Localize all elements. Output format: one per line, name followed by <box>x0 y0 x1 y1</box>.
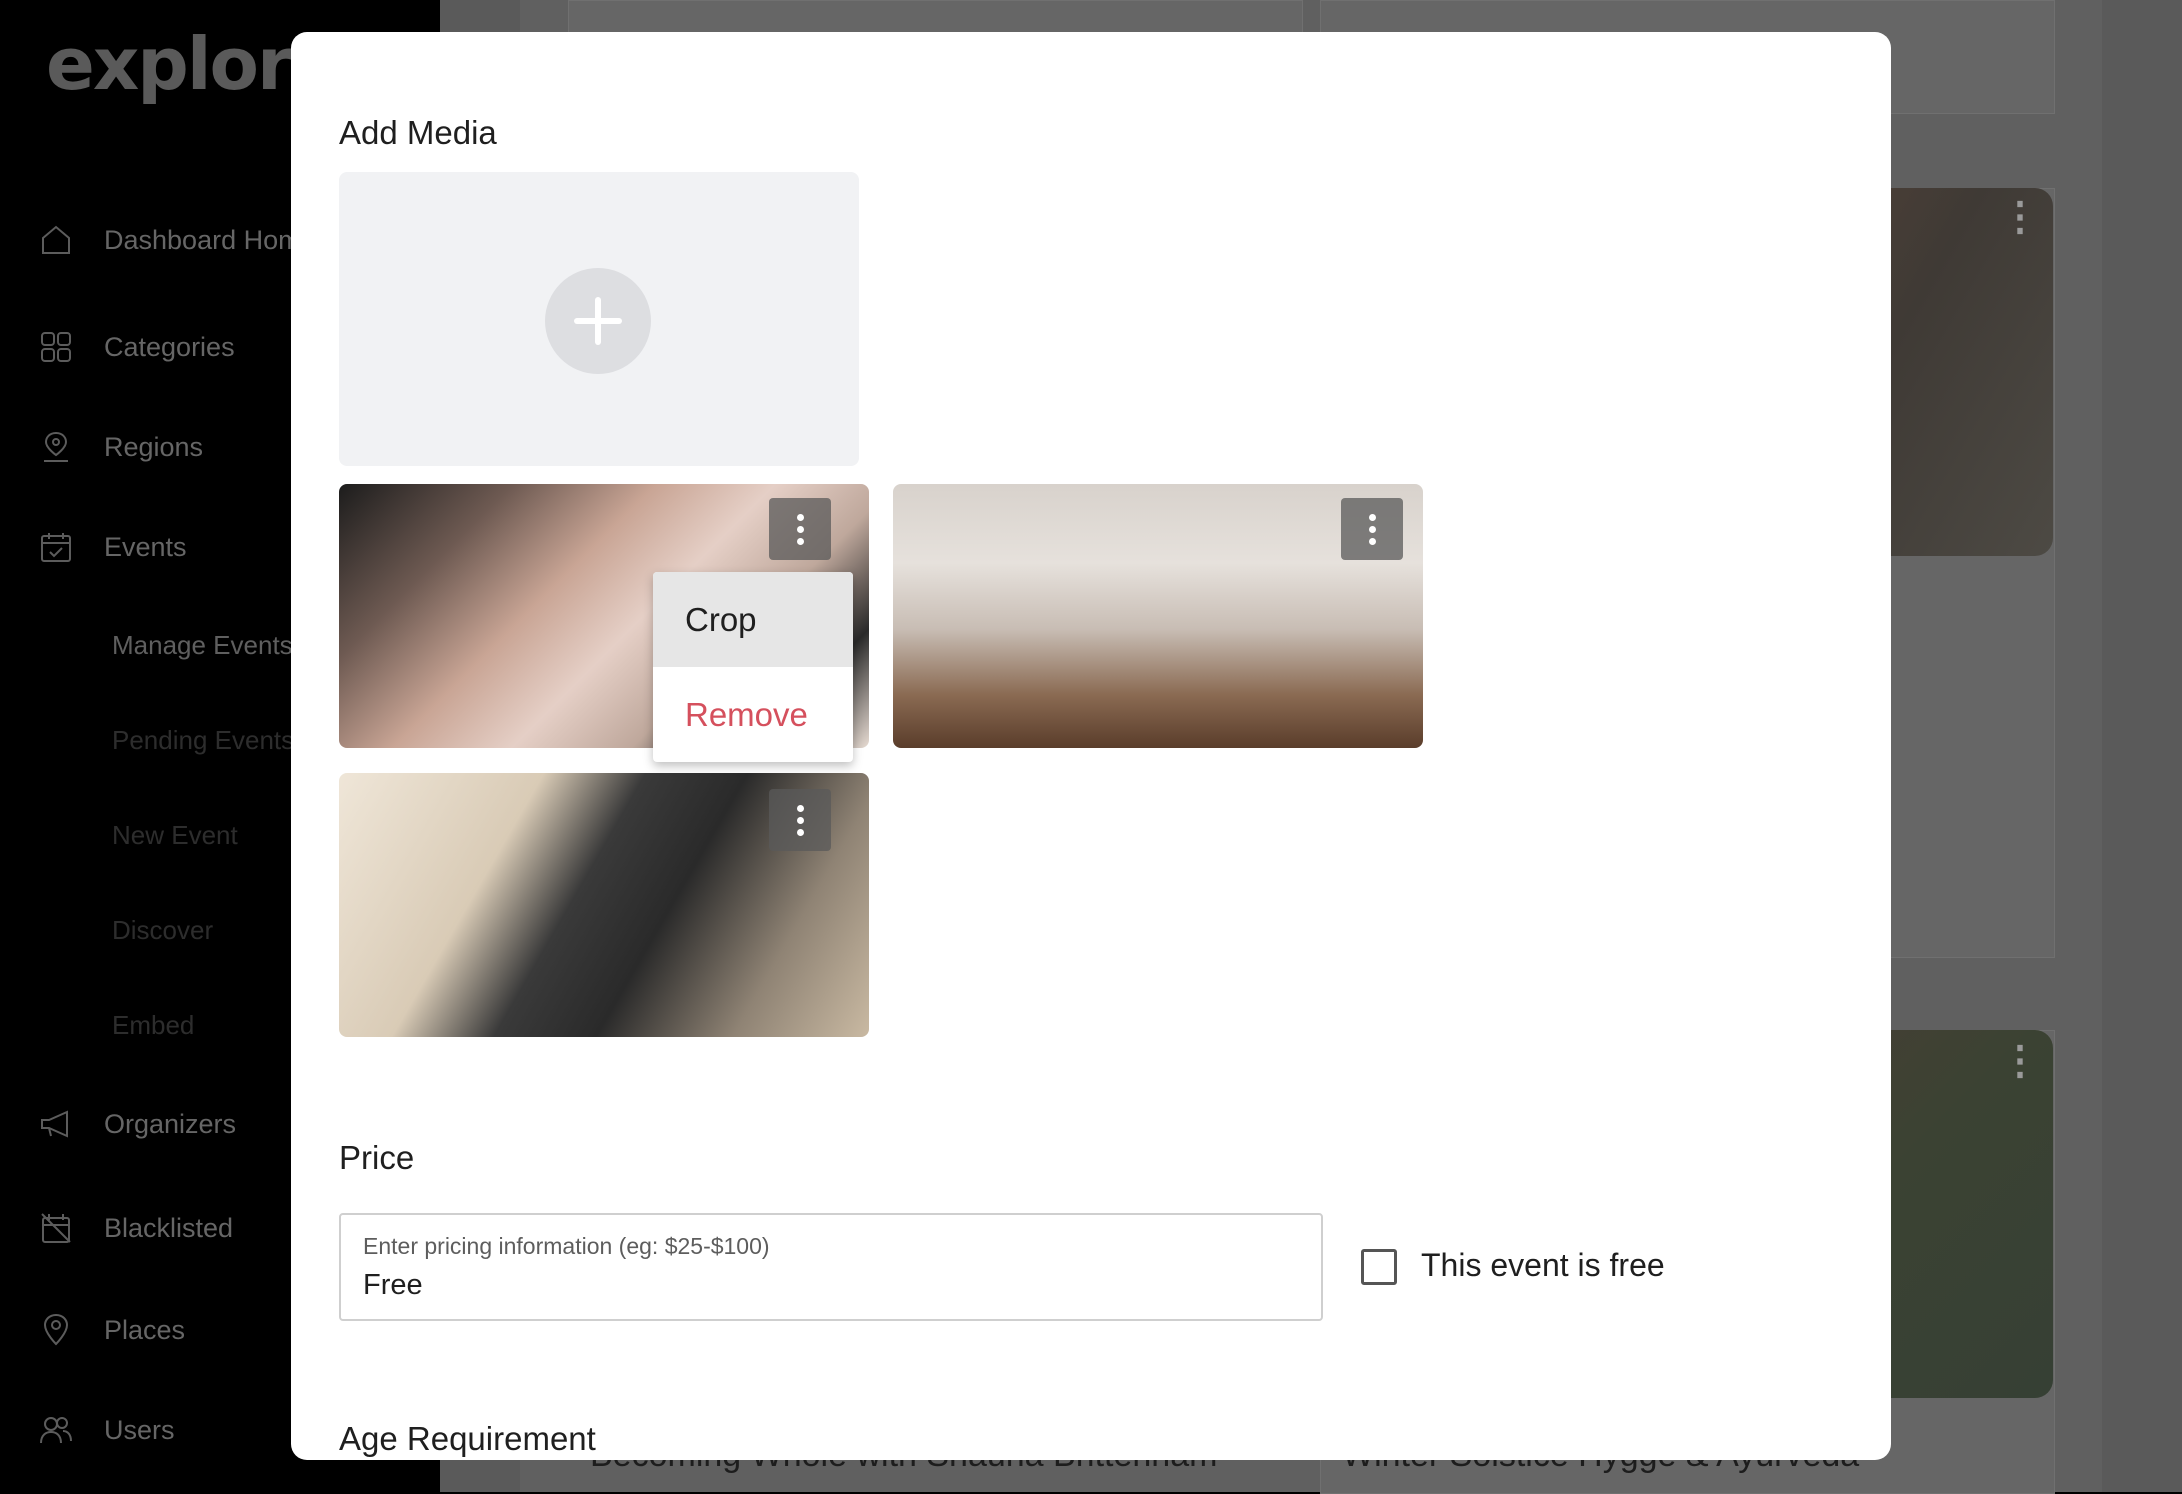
price-title: Price <box>339 1139 415 1176</box>
media-thumbnail[interactable] <box>893 484 1423 748</box>
add-icon <box>545 268 651 374</box>
add-media-title: Add Media <box>339 114 497 151</box>
sidebar-item-categories[interactable]: Categories <box>38 329 235 365</box>
kebab-icon <box>796 513 804 521</box>
price-input-label: Enter pricing information (eg: $25-$100) <box>363 1233 770 1259</box>
media-options-button[interactable] <box>769 789 831 851</box>
sidebar-subitem-manage-events[interactable]: Manage Events <box>112 630 293 661</box>
sidebar-item-regions[interactable]: Regions <box>38 429 203 465</box>
add-media-dropzone[interactable] <box>339 172 859 466</box>
sidebar-subitem-discover[interactable]: Discover <box>112 915 213 946</box>
sidebar-subitem-pending-events[interactable]: Pending Events <box>112 725 294 756</box>
sidebar-item-label: Places <box>104 1314 186 1345</box>
grid-icon <box>38 329 74 365</box>
sidebar-item-label: Regions <box>104 431 204 462</box>
megaphone-icon <box>38 1106 74 1142</box>
sidebar-item-organizers[interactable]: Organizers <box>38 1106 236 1142</box>
free-event-label[interactable]: This event is free <box>1421 1247 1665 1284</box>
media-options-button[interactable] <box>769 498 831 560</box>
home-icon <box>38 222 74 258</box>
sidebar-item-places[interactable]: Places <box>38 1312 185 1348</box>
kebab-icon <box>796 804 804 812</box>
sidebar-item-label: Organizers <box>104 1108 237 1139</box>
users-icon <box>38 1412 74 1448</box>
sidebar-item-label: Users <box>104 1414 175 1445</box>
sidebar-item-dashboard-home[interactable]: Dashboard Home <box>38 222 316 258</box>
media-options-button[interactable] <box>1341 498 1403 560</box>
sidebar-subitem-embed[interactable]: Embed <box>112 1010 194 1041</box>
blocked-calendar-icon <box>38 1210 74 1246</box>
sidebar-subitem-new-event[interactable]: New Event <box>112 820 238 851</box>
price-input[interactable]: Enter pricing information (eg: $25-$100)… <box>339 1213 1323 1321</box>
edit-event-modal: Add Media Crop Remove Price Enter pricin… <box>291 32 1891 1460</box>
sidebar-item-blacklisted[interactable]: Blacklisted <box>38 1210 233 1246</box>
remove-menu-item[interactable]: Remove <box>653 667 853 762</box>
kebab-icon <box>1368 513 1376 521</box>
sidebar-item-label: Blacklisted <box>104 1212 234 1243</box>
crop-menu-item[interactable]: Crop <box>653 572 853 667</box>
sidebar-item-events[interactable]: Events <box>38 529 187 565</box>
sidebar-item-users[interactable]: Users <box>38 1412 175 1448</box>
kebab-icon[interactable]: ⋮ <box>2000 1041 2040 1081</box>
free-event-checkbox[interactable] <box>1361 1249 1397 1285</box>
media-thumbnail[interactable] <box>339 773 869 1037</box>
calendar-check-icon <box>38 529 74 565</box>
kebab-icon[interactable]: ⋮ <box>2000 197 2040 237</box>
map-pin-icon <box>38 1312 74 1348</box>
sidebar-item-label: Dashboard Home <box>104 224 316 255</box>
media-context-menu: Crop Remove <box>653 572 853 762</box>
sidebar-item-label: Categories <box>104 331 235 362</box>
user-pin-icon <box>38 429 74 465</box>
price-input-value[interactable]: Free <box>363 1269 423 1302</box>
sidebar-item-label: Events <box>104 531 187 562</box>
age-requirement-title: Age Requirement <box>339 1420 596 1457</box>
